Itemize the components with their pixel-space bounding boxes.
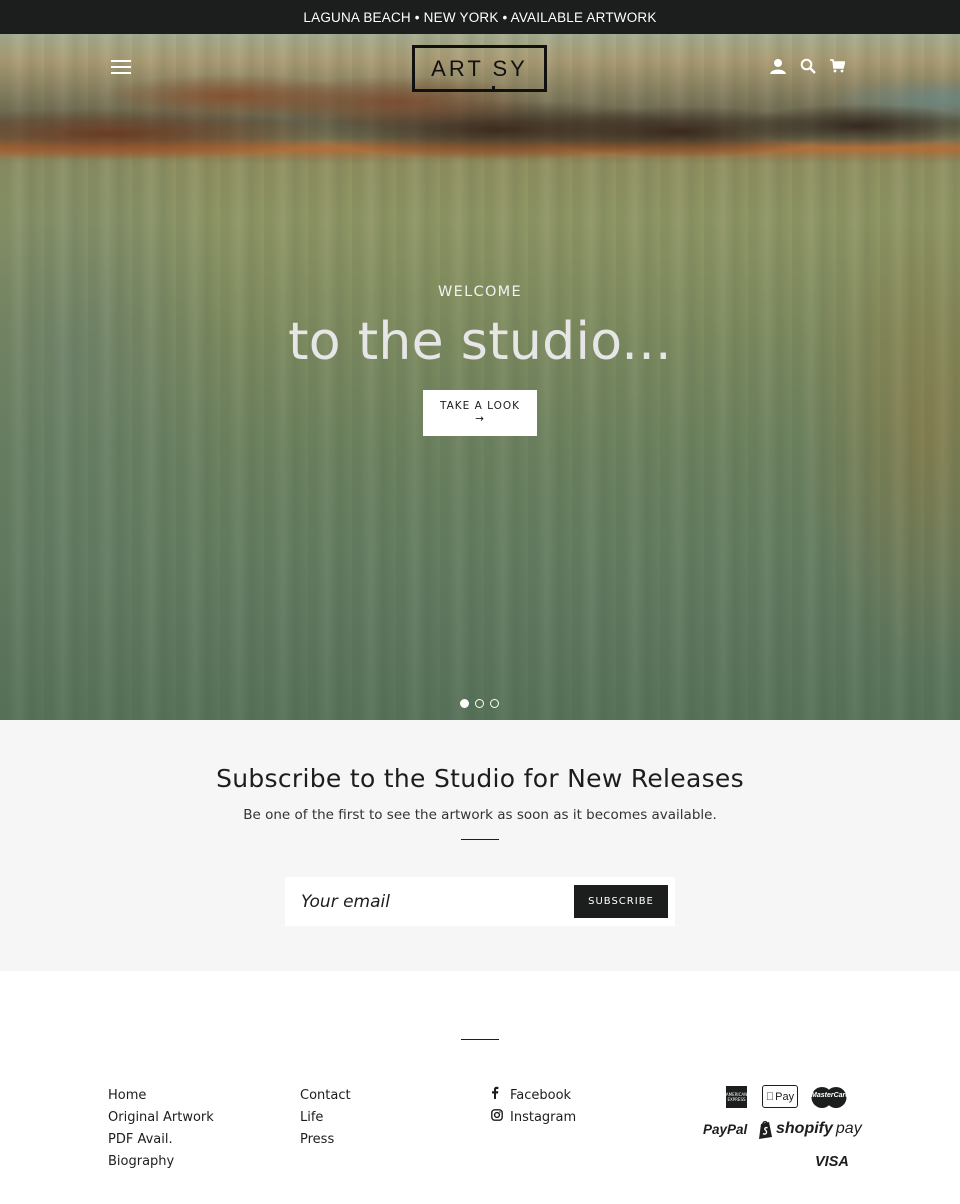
newsletter-subtitle: Be one of the first to see the artwork a… xyxy=(243,807,717,823)
footer-link-home[interactable]: Home xyxy=(108,1085,214,1107)
footer-link-life[interactable]: Life xyxy=(300,1107,351,1129)
instagram-icon xyxy=(491,1107,503,1129)
slide-dot-1[interactable] xyxy=(460,699,469,708)
site-logo[interactable]: ART SY xyxy=(412,45,547,92)
slide-dot-2[interactable] xyxy=(475,699,484,708)
search-icon[interactable] xyxy=(800,58,816,76)
footer-link-press[interactable]: Press xyxy=(300,1129,351,1151)
announcement-text: LAGUNA BEACH • NEW YORK • AVAILABLE ARTW… xyxy=(303,9,657,25)
facebook-label: Facebook xyxy=(510,1088,572,1103)
footer-links-main: Home Original Artwork PDF Avail. Biograp… xyxy=(108,1085,214,1173)
footer-link-pdf-avail[interactable]: PDF Avail. xyxy=(108,1129,214,1151)
visa-icon: VISA xyxy=(815,1154,849,1170)
shopify-pay-icon: shopify pay xyxy=(758,1120,862,1139)
newsletter-section: Subscribe to the Studio for New Releases… xyxy=(0,720,960,971)
facebook-icon xyxy=(491,1085,503,1107)
hero-headline: to the studio... xyxy=(288,312,672,372)
announcement-bar: LAGUNA BEACH • NEW YORK • AVAILABLE ARTW… xyxy=(0,0,960,34)
footer-divider xyxy=(461,1039,499,1040)
instagram-label: Instagram xyxy=(510,1110,577,1125)
paypal-icon: PayPal xyxy=(703,1122,748,1137)
hero-image-overlay xyxy=(0,34,960,720)
hero-kicker: WELCOME xyxy=(438,284,522,300)
divider xyxy=(461,839,499,840)
footer-link-instagram[interactable]: Instagram xyxy=(491,1107,576,1129)
hero-slideshow xyxy=(0,34,960,720)
take-a-look-button[interactable]: TAKE A LOOK → xyxy=(423,390,537,436)
email-field[interactable] xyxy=(301,877,571,926)
slideshow-dots xyxy=(460,699,499,708)
footer-link-contact[interactable]: Contact xyxy=(300,1085,351,1107)
newsletter-title: Subscribe to the Studio for New Releases xyxy=(216,764,744,793)
slide-dot-3[interactable] xyxy=(490,699,499,708)
footer-links-secondary: Contact Life Press xyxy=(300,1085,351,1151)
cta-label: TAKE A LOOK xyxy=(439,400,521,412)
footer-social-links: Facebook Instagram xyxy=(491,1085,576,1129)
cart-icon[interactable] xyxy=(830,58,845,76)
logo-text: ART SY xyxy=(431,55,528,81)
arrow-right-icon: → xyxy=(475,413,485,425)
menu-icon[interactable] xyxy=(111,60,131,76)
footer-link-facebook[interactable]: Facebook xyxy=(491,1085,576,1107)
account-icon[interactable] xyxy=(770,58,786,76)
amex-icon: AMERICAN EXPRESS xyxy=(726,1086,747,1108)
newsletter-form: SUBSCRIBE xyxy=(285,877,675,926)
mastercard-icon: MasterCard xyxy=(811,1087,850,1108)
subscribe-button[interactable]: SUBSCRIBE xyxy=(574,885,668,918)
footer-link-original-artwork[interactable]: Original Artwork xyxy=(108,1107,214,1129)
apple-pay-icon: Pay xyxy=(762,1085,798,1108)
footer-link-biography[interactable]: Biography xyxy=(108,1151,214,1173)
